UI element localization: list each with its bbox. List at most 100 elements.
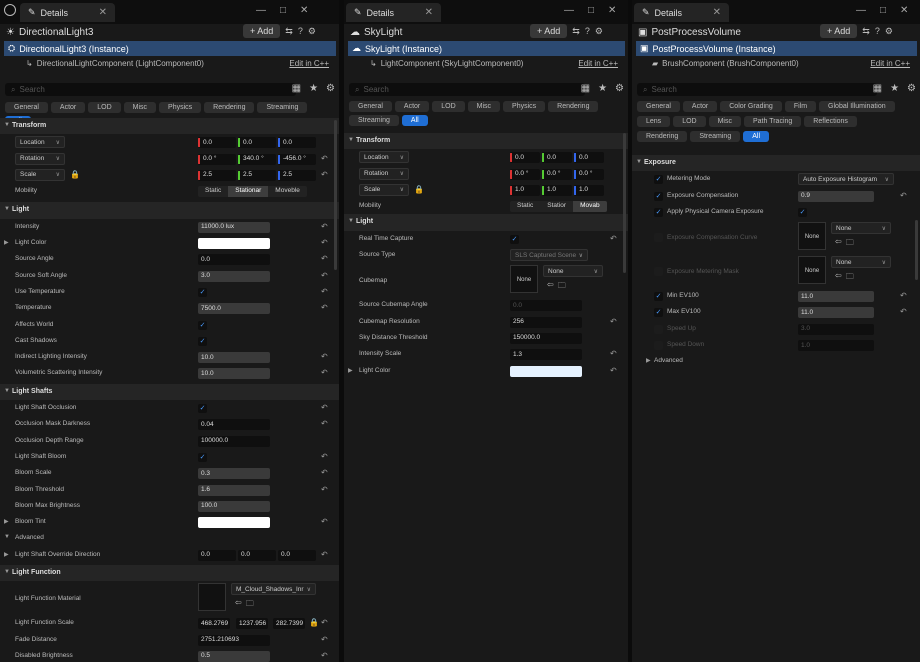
rotation-x[interactable]: 0.0 ° [510,168,540,180]
edit-in-cpp-link[interactable]: Edit in C++ [578,59,618,68]
close-tab-icon[interactable]: ✕ [99,7,107,18]
rotation-dropdown[interactable]: Rotation ∨ [15,152,65,165]
reset-icon[interactable]: ↶ [610,317,617,326]
location-y[interactable]: 0.0 [542,152,572,164]
scale-y[interactable]: 1.0 [542,184,572,196]
rotation-y[interactable]: 0.0 ° [542,168,572,180]
realtime-capture-checkbox[interactable]: ✓ [510,234,519,244]
rotation-z[interactable]: -456.0 ° [278,153,316,165]
min-ev-field[interactable]: 11.0 [798,291,874,303]
use-selected-icon[interactable]: ⇦ [547,280,554,294]
lf-scale-y[interactable]: 1237.956 [236,618,268,630]
location-z[interactable]: 0.0 [278,137,316,149]
reset-icon[interactable]: ↶ [321,271,328,280]
category-actor[interactable]: Actor [394,101,430,112]
browse-icon[interactable]: 🗀 [846,271,854,285]
category-misc[interactable]: Misc [123,102,157,113]
occlusion-mask-field[interactable]: 0.04 [198,419,270,431]
category-rendering[interactable]: Rendering [548,101,599,112]
category-actor[interactable]: Actor [682,101,718,112]
category-misc[interactable]: Misc [708,116,741,127]
exposure-comp-checkbox[interactable]: ✓ [654,191,663,201]
lock-icon[interactable]: 🔒 [309,618,319,627]
intensity-field[interactable]: 11000.0 lux [198,221,270,233]
cubemap-thumbnail[interactable]: None [510,265,538,294]
favorite-star-icon[interactable]: ★ [598,83,607,94]
intensity-scale-field[interactable]: 1.3 [510,349,582,361]
browse-icon[interactable]: 🗀 [846,237,854,251]
table-view-icon[interactable]: ▦ [292,83,301,94]
location-dropdown[interactable]: Location ∨ [15,136,65,149]
material-picker[interactable]: M_Cloud_Shadows_Inr ∨ [231,583,316,596]
instance-row[interactable]: ☁ SkyLight (Instance) [348,41,625,56]
close-window-button[interactable]: ✕ [300,5,308,16]
settings-gear-icon[interactable]: ⚙ [885,26,893,37]
rotation-x[interactable]: 0.0 ° [198,153,236,165]
source-angle-field[interactable]: 0.0 [198,254,270,266]
close-window-button[interactable]: ✕ [608,5,616,16]
reset-icon[interactable]: ↶ [321,238,328,247]
minimize-button[interactable]: — [856,5,866,16]
speed-up-checkbox[interactable] [654,324,663,334]
use-selected-icon[interactable]: ⇦ [835,271,842,285]
add-component-button[interactable]: + Add [243,24,281,38]
max-ev-field[interactable]: 11.0 [798,307,874,319]
lf-scale-z[interactable]: 282.7399 [273,618,305,630]
reset-icon[interactable]: ↶ [900,307,907,316]
category-color-grading[interactable]: Color Grading [720,101,782,112]
speed-down-checkbox[interactable] [654,341,663,351]
occlusion-depth-field[interactable]: 100000.0 [198,435,270,447]
bloom-max-field[interactable]: 100.0 [198,500,270,512]
min-ev-checkbox[interactable]: ✓ [654,292,663,302]
use-temperature-checkbox[interactable]: ✓ [198,287,207,297]
details-tab[interactable]: ✎ Details ✕ [346,3,441,22]
reset-icon[interactable]: ↶ [321,635,328,644]
add-component-button[interactable]: + Add [820,24,858,38]
category-film[interactable]: Film [784,101,817,112]
category-misc[interactable]: Misc [467,101,501,112]
max-ev-checkbox[interactable]: ✓ [654,308,663,318]
fade-distance-field[interactable]: 2751.210693 [198,634,270,646]
reset-icon[interactable]: ↶ [321,154,328,163]
category-streaming[interactable]: Streaming [257,102,308,113]
light-color-swatch[interactable] [198,238,270,250]
mobility-selector[interactable]: Static Stationar Moveble [198,186,307,198]
category-global-illumination[interactable]: Global Illumination [819,101,895,112]
reset-icon[interactable]: ↶ [321,651,328,660]
category-lod[interactable]: LOD [673,116,706,127]
sky-distance-field[interactable]: 150000.0 [510,332,582,344]
bloom-tint-swatch[interactable] [198,517,270,529]
reset-icon[interactable]: ↶ [321,222,328,231]
shaft-bloom-checkbox[interactable]: ✓ [198,452,207,462]
reset-icon[interactable]: ↶ [321,170,328,179]
maximize-button[interactable]: □ [880,5,886,16]
material-thumbnail[interactable] [198,583,226,612]
temperature-field[interactable]: 7500.0 [198,303,270,315]
curve-picker[interactable]: None ∨ [831,222,891,235]
search-input[interactable]: ⌕ Search [637,83,877,96]
component-row[interactable]: ↳ LightComponent (SkyLightComponent0) [370,59,523,68]
table-view-icon[interactable]: ▦ [873,83,882,94]
use-selected-icon[interactable]: ⇦ [835,237,842,251]
exposure-comp-field[interactable]: 0.9 [798,190,874,202]
favorite-star-icon[interactable]: ★ [890,83,899,94]
category-physics[interactable]: Physics [503,101,546,112]
mobility-selector[interactable]: Static Statior Movab [510,201,607,213]
light-color-swatch[interactable] [510,365,582,377]
settings-icon[interactable]: ⚙ [615,83,624,94]
reset-icon[interactable]: ↶ [321,287,328,296]
close-tab-icon[interactable]: ✕ [713,7,721,18]
category-actor[interactable]: Actor [50,102,86,113]
category-general[interactable]: General [637,101,680,112]
bloom-threshold-field[interactable]: 1.6 [198,484,270,496]
location-z[interactable]: 0.0 [574,152,604,164]
component-row[interactable]: ↳ DirectionalLightComponent (LightCompone… [26,59,204,68]
scale-z[interactable]: 2.5 [278,169,316,181]
curve-thumbnail[interactable]: None [798,222,826,251]
use-selected-icon[interactable]: ⇦ [235,598,242,612]
shaft-dir-z[interactable]: 0.0 [278,549,316,561]
reset-icon[interactable]: ↶ [900,191,907,200]
reset-icon[interactable]: ↶ [610,349,617,358]
category-lod[interactable]: LOD [432,101,465,112]
scrollbar[interactable] [915,220,918,280]
